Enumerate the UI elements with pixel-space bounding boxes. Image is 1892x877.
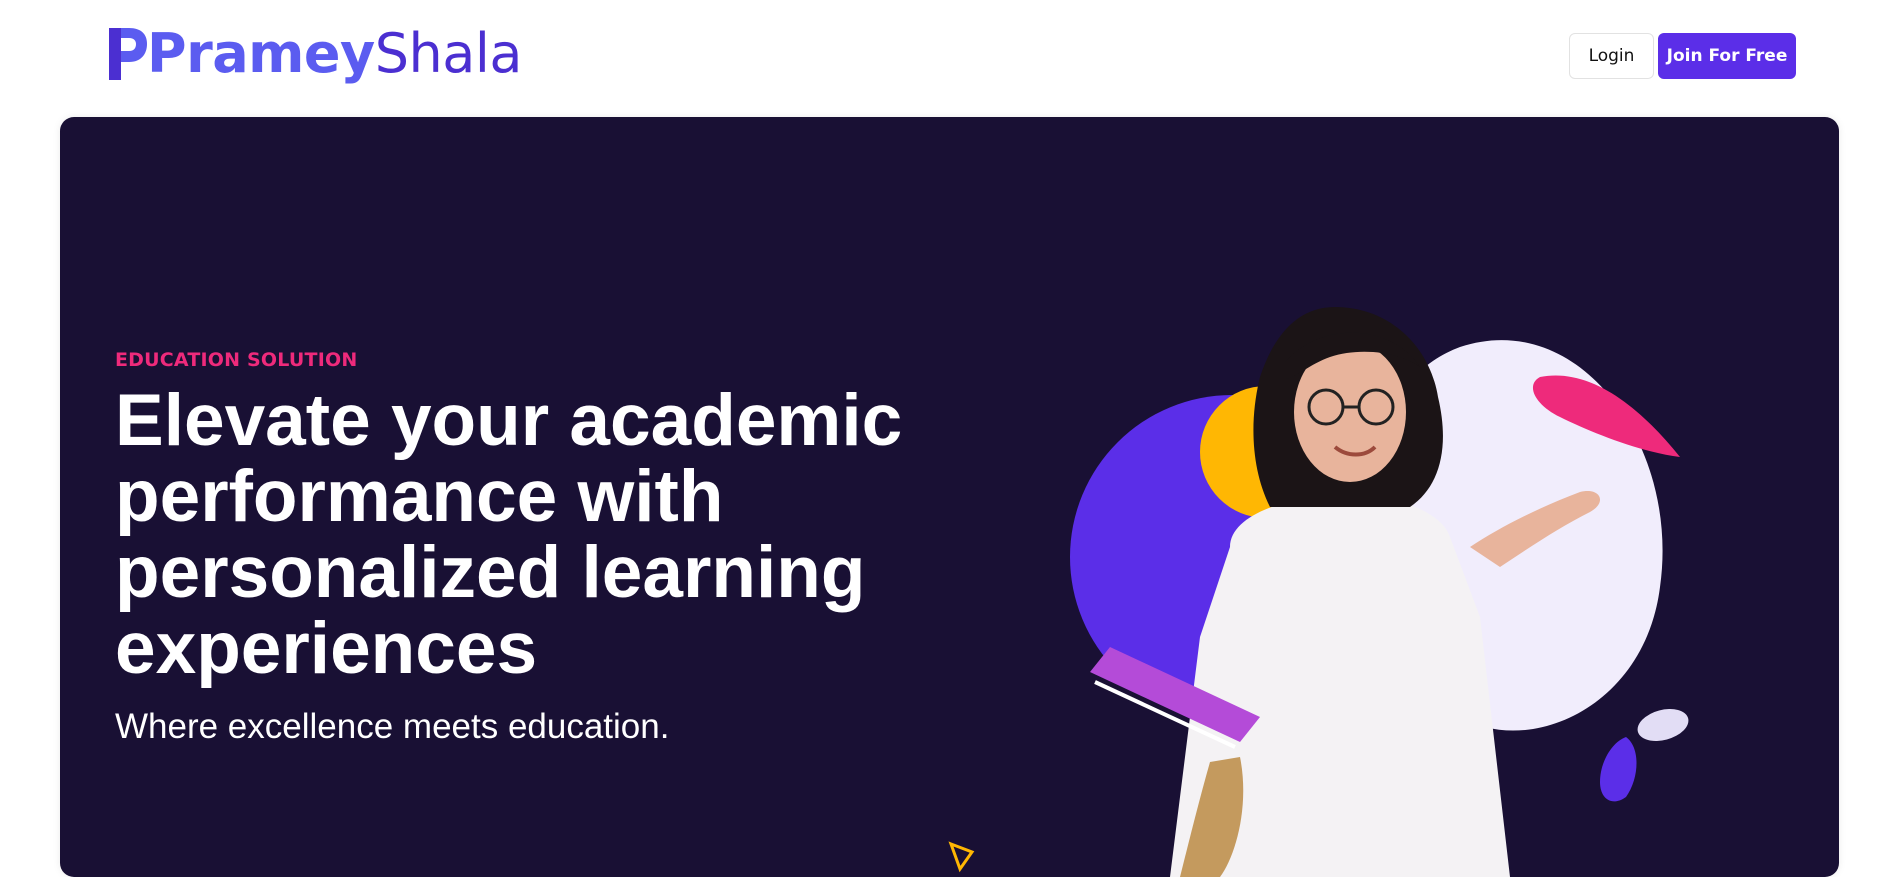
hero-eyebrow: EDUCATION SOLUTION (115, 349, 358, 371)
join-for-free-button[interactable]: Join For Free (1658, 33, 1796, 79)
login-button[interactable]: Login (1569, 33, 1654, 79)
hero-headline: Elevate your academic performance with p… (115, 380, 903, 689)
logo-text-part2: Shala (374, 22, 523, 85)
logo-text: PrameyShala (147, 27, 522, 81)
triangle-outline-icon (948, 841, 975, 873)
site-header: PrameyShala Login Join For Free (0, 0, 1892, 117)
hero-subline: Where excellence meets education. (115, 707, 670, 746)
logo-text-part1: Pramey (147, 22, 375, 85)
brand-logo[interactable]: PrameyShala (103, 22, 522, 86)
purple-drop-shape (1600, 737, 1637, 802)
hero-banner: EDUCATION SOLUTION Elevate your academic… (60, 117, 1839, 877)
small-lavender-ellipse-shape (1637, 709, 1689, 741)
logo-mark-icon (109, 28, 147, 80)
